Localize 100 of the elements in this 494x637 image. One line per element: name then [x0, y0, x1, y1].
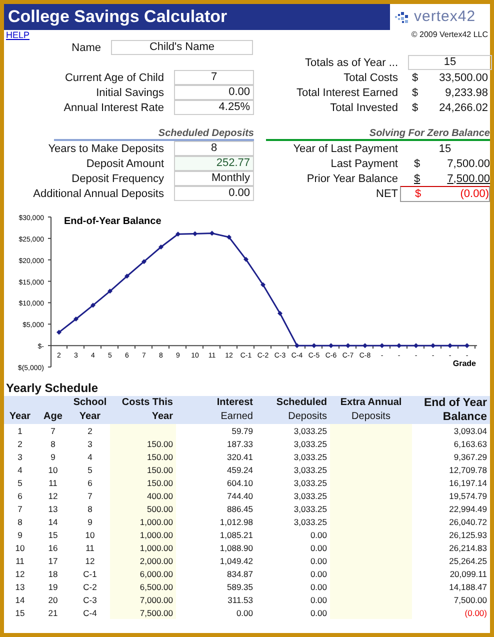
table-cell-text: 8: [16, 516, 24, 528]
data-point: [362, 343, 368, 348]
input-field[interactable]: Monthly: [174, 171, 254, 186]
table-cell-text: 9: [50, 450, 56, 463]
logo-icon: [394, 10, 410, 24]
table-cell: 7,500.00: [412, 593, 490, 606]
table-cell-text: 7: [16, 502, 24, 515]
column-header: Deposits: [256, 410, 330, 424]
column-header: End of Year: [412, 396, 490, 410]
field-label: Annual Interest Rate: [62, 100, 164, 114]
copyright-text: © 2009 Vertex42 LLC: [411, 30, 488, 40]
table-cell-text: 12: [47, 490, 59, 502]
data-point: [108, 288, 112, 294]
table-cell: 589.35: [176, 580, 256, 593]
input-field[interactable]: 252.77: [174, 156, 254, 171]
table-cell: 59.79: [176, 424, 256, 437]
table-cell: 16,197.14: [412, 476, 490, 489]
data-point: [346, 343, 350, 348]
input-field[interactable]: 0.00: [174, 85, 254, 100]
table-cell-text: 14: [14, 594, 26, 606]
column-header: School: [70, 396, 110, 410]
table-cell-text: 20: [47, 594, 59, 606]
table-cell-text: 18: [47, 568, 59, 580]
table-cell: 459.24: [176, 463, 256, 476]
table-cell-text: 8: [50, 438, 56, 450]
table-cell-text: 17: [47, 554, 59, 567]
table-cell: 3: [70, 437, 110, 450]
column-header: Year: [4, 410, 36, 424]
table-cell-text: 19: [47, 580, 59, 593]
table-cell: 744.40: [176, 489, 256, 502]
field-label: Initial Savings: [95, 86, 164, 100]
column-header: Interest: [176, 396, 256, 410]
data-point: [210, 230, 214, 236]
input-field[interactable]: 7: [174, 70, 254, 85]
table-cell-text: 13: [47, 502, 59, 515]
chart-title: End-of-Year Balance: [64, 216, 162, 227]
table-cell: 3,033.25: [256, 463, 330, 476]
data-point: [414, 343, 418, 348]
table-cell: 150.00: [110, 476, 176, 489]
table-cell: C-2: [70, 580, 110, 593]
table-cell: 1,088.90: [176, 541, 256, 554]
table-cell: 0.00: [256, 567, 330, 580]
data-point: [56, 330, 62, 335]
column-header: Costs This: [110, 396, 176, 410]
currency-sign: $: [412, 70, 420, 84]
table-cell: 320.41: [176, 450, 256, 463]
table-cell: 150.00: [110, 437, 176, 450]
field-label: Total Invested: [329, 100, 398, 114]
data-point: [90, 302, 96, 308]
input-field[interactable]: 4.25%: [174, 100, 254, 115]
field-label: Last Payment: [330, 156, 398, 170]
input-field[interactable]: 15: [408, 55, 492, 70]
table-cell: 26,125.93: [412, 528, 490, 541]
table-cell: 500.00: [110, 502, 176, 515]
table-cell: C-4: [70, 606, 110, 619]
table-cell: 9,367.29: [412, 450, 490, 463]
table-cell: 0.00: [256, 554, 330, 567]
table-cell-text: 16: [47, 542, 59, 554]
input-field[interactable]: 8: [174, 141, 254, 156]
table-cell: 3,033.25: [256, 476, 330, 489]
data-point: [328, 343, 334, 348]
total-value: 9,233.98: [444, 86, 488, 100]
table-cell: 1,000.00: [110, 515, 176, 528]
table-cell: 6,163.63: [412, 437, 490, 450]
field-label: Additional Annual Deposits: [32, 186, 164, 200]
table-cell: 604.10: [176, 476, 256, 489]
table-cell: 3,033.25: [256, 437, 330, 450]
table-cell-text: 21: [47, 606, 59, 619]
table-cell: 3,033.25: [256, 489, 330, 502]
table-cell: C-1: [70, 567, 110, 580]
table-cell-text: 14: [47, 516, 59, 528]
table-cell: 25,264.25: [412, 554, 490, 567]
table-cell: 0.00: [256, 593, 330, 606]
table-cell: 4: [70, 450, 110, 463]
table-cell: 1,000.00: [110, 541, 176, 554]
table-cell: 1,000.00: [110, 528, 176, 541]
field-label: Years to Make Deposits: [47, 142, 164, 156]
field-label: Total Interest Earned: [295, 86, 398, 100]
table-cell: 12,709.78: [412, 463, 490, 476]
data-point: [312, 343, 316, 348]
data-point: [380, 343, 384, 348]
table-cell-text: 6: [16, 490, 24, 502]
table-cell: 8: [70, 502, 110, 515]
table-cell: 5: [70, 463, 110, 476]
table-cell: 150.00: [110, 463, 176, 476]
table-cell-text: 5: [16, 476, 24, 489]
table-cell: 9: [70, 515, 110, 528]
result-value: 15: [438, 142, 452, 156]
input-field[interactable]: 0.00: [174, 186, 254, 201]
table-cell: (0.00): [412, 606, 490, 619]
field-label: Current Age of Child: [64, 70, 164, 84]
data-point: [244, 256, 248, 262]
input-field[interactable]: Child's Name: [111, 40, 253, 55]
table-cell-text: 9: [16, 528, 24, 541]
help-link[interactable]: HELP: [6, 30, 30, 40]
table-cell: 187.33: [176, 437, 256, 450]
column-header: Year: [70, 410, 110, 424]
table-cell: 7: [70, 489, 110, 502]
field-label: NET: [375, 186, 398, 200]
total-value: 24,266.02: [438, 100, 488, 114]
